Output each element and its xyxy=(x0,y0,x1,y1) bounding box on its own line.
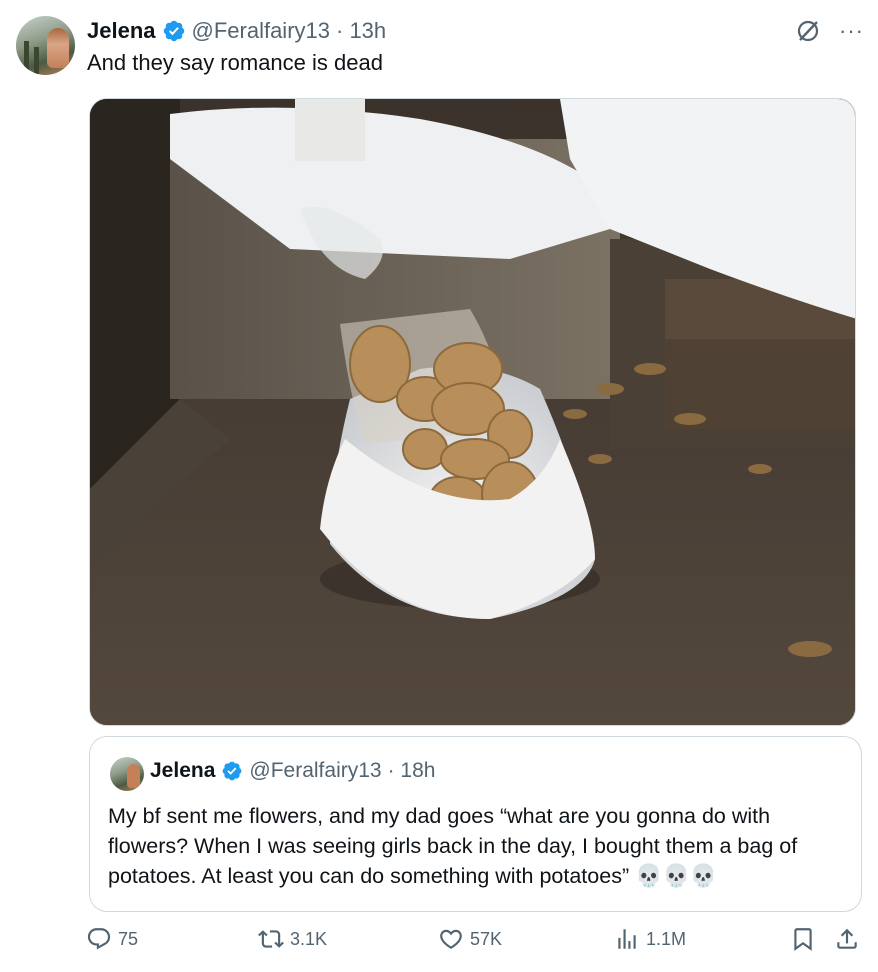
avatar-person xyxy=(127,764,140,788)
author-avatar[interactable] xyxy=(16,16,75,75)
avatar-tree xyxy=(34,47,39,75)
author-handle[interactable]: @Feralfairy13 xyxy=(192,18,331,44)
author-name[interactable]: Jelena xyxy=(87,18,156,44)
quoted-tweet-text: My bf sent me flowers, and my dad goes “… xyxy=(108,801,848,892)
repost-button[interactable]: 3.1K xyxy=(258,926,327,952)
reply-icon xyxy=(87,928,111,950)
quoted-tweet[interactable]: Jelena @Feralfairy13 · 18h My bf sent me… xyxy=(89,736,862,912)
bookmark-icon xyxy=(794,928,812,951)
verified-badge-icon xyxy=(163,20,184,42)
tweet-text: And they say romance is dead xyxy=(87,50,383,75)
skull-emoji: 💀💀💀 xyxy=(635,864,718,889)
like-button[interactable]: 57K xyxy=(438,926,502,952)
tweet-action-bar: 75 3.1K 57K 1.1M xyxy=(86,926,862,962)
quoted-tweet-timestamp: · 18h xyxy=(387,759,436,782)
avatar-tree xyxy=(24,41,29,75)
verified-badge-icon xyxy=(222,761,242,781)
tweet-top-actions: ··· xyxy=(795,18,864,44)
repost-count: 3.1K xyxy=(290,928,328,949)
views-chart-icon xyxy=(618,929,636,949)
reply-count: 75 xyxy=(118,928,139,949)
quoted-author-name: Jelena xyxy=(150,759,216,782)
more-options-icon[interactable]: ··· xyxy=(839,20,864,42)
tweet-header: Jelena @Feralfairy13 · 13h xyxy=(87,17,386,45)
quoted-author-avatar[interactable] xyxy=(110,757,144,791)
share-button[interactable] xyxy=(834,926,860,952)
grok-icon[interactable] xyxy=(795,18,821,44)
view-count: 1.1M xyxy=(646,928,687,949)
views-button[interactable]: 1.1M xyxy=(614,926,686,952)
tweet-photo[interactable] xyxy=(89,98,856,726)
tweet-timestamp[interactable]: · 13h xyxy=(336,18,386,44)
reply-button[interactable]: 75 xyxy=(86,926,138,952)
repost-icon xyxy=(258,930,284,948)
like-count: 57K xyxy=(470,928,503,949)
heart-icon xyxy=(440,929,462,949)
quoted-tweet-header: Jelena @Feralfairy13 · 18h xyxy=(150,759,435,783)
bookmark-button[interactable] xyxy=(790,926,816,952)
share-icon xyxy=(837,928,857,949)
quoted-author-handle: @Feralfairy13 xyxy=(249,759,382,782)
avatar-person xyxy=(47,28,69,68)
potato-bag-photo xyxy=(90,99,855,725)
